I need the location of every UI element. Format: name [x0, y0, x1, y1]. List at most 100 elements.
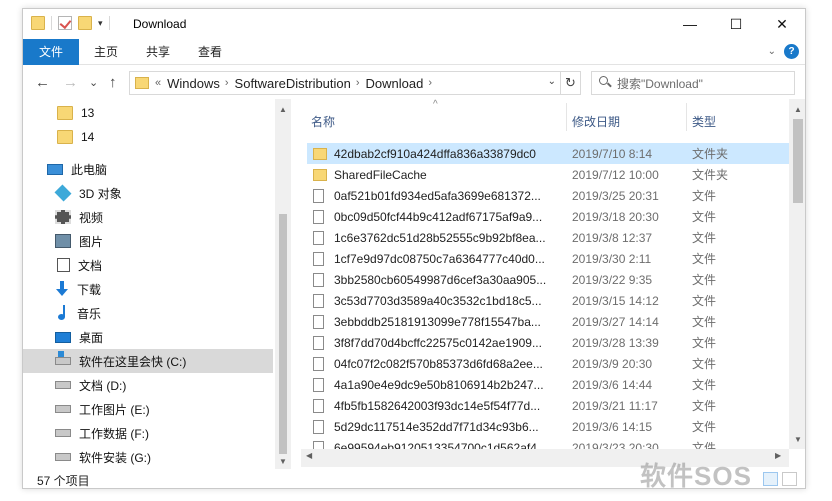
table-row[interactable]: 04fc07f2c082f570b85373d6fd68a2ee... 2019… — [307, 353, 793, 374]
properties-check-icon[interactable] — [58, 16, 72, 30]
table-row[interactable]: 1c6e3762dc51d28b52555c9b92bf8ea... 2019/… — [307, 227, 793, 248]
tab-view[interactable]: 查看 — [189, 39, 231, 65]
expand-ribbon-chevron-icon[interactable]: ⌄ — [768, 46, 776, 57]
nav-item-label: 图片 — [79, 234, 104, 249]
drive-icon — [55, 453, 71, 461]
search-box[interactable]: 搜索"Download" — [591, 71, 795, 95]
tab-share[interactable]: 共享 — [137, 39, 179, 65]
search-icon — [599, 76, 613, 90]
scroll-thumb[interactable] — [793, 119, 803, 203]
file-type: 文件 — [692, 420, 717, 434]
nav-item-13[interactable]: 13 — [23, 101, 273, 125]
table-row[interactable]: SharedFileCache 2019/7/12 10:00 文件夹 — [307, 164, 793, 185]
table-row[interactable]: 1cf7e9d97dc08750c7a6364777c40d0... 2019/… — [307, 248, 793, 269]
up-button[interactable]: ↑ — [109, 74, 117, 91]
table-row[interactable]: 3c53d7703d3589a40c3532c1bd18c5... 2019/3… — [307, 290, 793, 311]
help-icon[interactable]: ? — [784, 44, 799, 59]
tab-home[interactable]: 主页 — [85, 39, 127, 65]
scroll-down-icon[interactable]: ▼ — [275, 457, 291, 466]
nav-item-drive-f[interactable]: 工作数据 (F:) — [23, 421, 273, 445]
cube-3d-icon — [54, 184, 72, 202]
forward-button[interactable]: → — [63, 74, 78, 91]
large-icons-view-icon[interactable] — [782, 472, 797, 486]
file-icon — [313, 293, 324, 308]
back-button[interactable]: ← — [35, 74, 50, 91]
nav-item-label: 文档 — [78, 258, 103, 273]
nav-item-desktop[interactable]: 桌面 — [23, 325, 273, 349]
title-bar: ▾ Download — ☐ ✕ — [23, 9, 805, 39]
nav-item-label: 软件在这里会快 (C:) — [79, 354, 187, 369]
column-header-date[interactable]: 修改日期 — [572, 109, 682, 133]
column-header-name[interactable]: 名称 — [311, 109, 561, 133]
nav-item-drive-c[interactable]: 软件在这里会快 (C:) — [23, 349, 273, 373]
customize-toolbar-dropdown-icon[interactable]: ▾ — [98, 18, 103, 29]
maximize-button[interactable]: ☐ — [713, 9, 759, 39]
nav-item-drive-e[interactable]: 工作图片 (E:) — [23, 397, 273, 421]
file-date: 2019/3/25 20:31 — [572, 188, 659, 203]
address-history-dropdown[interactable]: ⌄ — [548, 76, 556, 87]
table-row[interactable]: 4a1a90e4e9dc9e50b8106914b2b247... 2019/3… — [307, 374, 793, 395]
scroll-right-icon[interactable]: ▶ — [775, 451, 781, 460]
table-row[interactable]: 3bb2580cb60549987d6cef3a30aa905... 2019/… — [307, 269, 793, 290]
table-row[interactable]: 5d29dc117514e352dd7f71d34c93b6... 2019/3… — [307, 416, 793, 437]
file-date: 2019/3/15 14:12 — [572, 293, 659, 308]
scroll-up-icon[interactable]: ▲ — [789, 105, 805, 114]
nav-pane-scrollbar[interactable]: ▲ ▼ — [275, 99, 291, 469]
crumb-separator[interactable]: › — [356, 77, 360, 89]
drive-icon — [55, 381, 71, 389]
column-divider[interactable] — [566, 103, 567, 131]
crumb-windows[interactable]: Windows — [167, 76, 220, 91]
nav-item-drive-d[interactable]: 文档 (D:) — [23, 373, 273, 397]
overflow-crumb[interactable]: « — [155, 77, 161, 89]
file-icon — [313, 251, 324, 266]
computer-icon — [47, 163, 63, 175]
ribbon-right-controls: ⌄ ? — [768, 44, 799, 59]
file-name: 4a1a90e4e9dc9e50b8106914b2b247... — [334, 377, 544, 392]
table-row[interactable]: 42dbab2cf910a424dffa836a33879dc0 2019/7/… — [307, 143, 793, 164]
file-date: 2019/3/27 14:14 — [572, 314, 659, 329]
nav-item-drive-g[interactable]: 软件安装 (G:) — [23, 445, 273, 469]
table-row[interactable]: 3f8f7dd70d4bcffc22575c0142ae1909... 2019… — [307, 332, 793, 353]
file-name: 5d29dc117514e352dd7f71d34c93b6... — [334, 419, 539, 434]
address-bar[interactable]: « Windows › SoftwareDistribution › Downl… — [129, 71, 581, 95]
table-row[interactable]: 4fb5fb1582642003f93dc14e5f54f77d... 2019… — [307, 395, 793, 416]
scroll-thumb[interactable] — [279, 214, 287, 454]
tab-file[interactable]: 文件 — [23, 39, 79, 65]
scroll-down-icon[interactable]: ▼ — [789, 435, 805, 444]
scroll-left-icon[interactable]: ◀ — [306, 451, 312, 460]
crumb-separator[interactable]: › — [428, 77, 432, 89]
details-view-icon[interactable] — [763, 472, 778, 486]
column-divider[interactable] — [686, 103, 687, 131]
scroll-up-icon[interactable]: ▲ — [275, 105, 291, 114]
crumb-separator[interactable]: › — [225, 77, 229, 89]
nav-item-label: 13 — [81, 106, 95, 120]
file-type: 文件 — [692, 252, 717, 266]
table-row[interactable]: 0af521b01fd934ed5afa3699e681372... 2019/… — [307, 185, 793, 206]
nav-item-label: 工作图片 (E:) — [79, 402, 150, 417]
crumb-download[interactable]: Download — [366, 76, 424, 91]
nav-item-documents[interactable]: 文档 — [23, 253, 273, 277]
nav-item-label: 音乐 — [77, 306, 102, 321]
nav-item-music[interactable]: 音乐 — [23, 301, 273, 325]
nav-item-pictures[interactable]: 图片 — [23, 229, 273, 253]
table-row[interactable]: 0bc09d50fcf44b9c412adf67175af9a9... 2019… — [307, 206, 793, 227]
refresh-button[interactable]: ↻ — [560, 72, 580, 94]
nav-item-videos[interactable]: 视频 — [23, 205, 273, 229]
column-header-type[interactable]: 类型 — [692, 109, 782, 133]
nav-item-14[interactable]: 14 — [23, 125, 273, 149]
new-folder-icon[interactable] — [78, 16, 92, 30]
navigation-pane: 13 14 此电脑 3D 对象 视频 图片 文档 下载 音乐 桌面 软件在这里会… — [23, 99, 291, 469]
nav-item-downloads[interactable]: 下载 — [23, 277, 273, 301]
close-button[interactable]: ✕ — [759, 9, 805, 39]
folder-icon[interactable] — [31, 16, 45, 30]
nav-item-this-pc[interactable]: 此电脑 — [23, 157, 273, 181]
table-row[interactable]: 3ebbddb25181913099e778f15547ba... 2019/3… — [307, 311, 793, 332]
crumb-softwaredistribution[interactable]: SoftwareDistribution — [235, 76, 351, 91]
file-list-scrollbar[interactable]: ▲ ▼ — [789, 99, 805, 449]
minimize-button[interactable]: — — [667, 9, 713, 39]
recent-locations-dropdown[interactable]: ⌄ — [89, 76, 98, 89]
file-date: 2019/3/21 11:17 — [572, 398, 658, 413]
file-icon — [313, 398, 324, 413]
nav-item-3d-objects[interactable]: 3D 对象 — [23, 181, 273, 205]
folder-icon — [313, 168, 327, 181]
